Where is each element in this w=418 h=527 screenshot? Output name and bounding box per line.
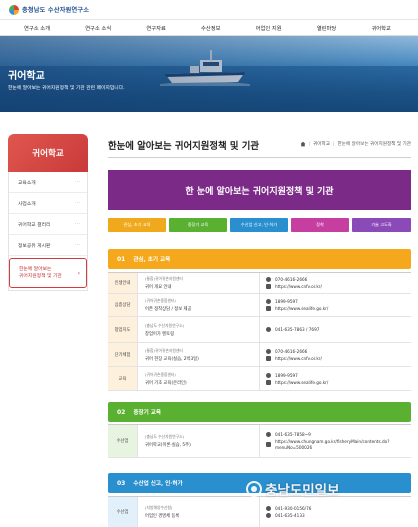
- phone-icon: [266, 431, 271, 437]
- website-link[interactable]: https://www.sealife.go.kr/: [275, 306, 328, 311]
- more-dots-icon: ···: [74, 242, 81, 248]
- sidebar-item-label: 한눈에 알아보는 귀어지원정책 및 기관: [19, 266, 62, 279]
- home-icon: [266, 306, 271, 311]
- section-header-02: 02 중장기 교육: [108, 402, 411, 422]
- nav-item-open-forum[interactable]: 열린마당: [317, 24, 337, 32]
- home-icon: [266, 284, 271, 289]
- chip-settlement[interactable]: 정착: [291, 218, 349, 232]
- section-header-01: 01 관심, 초기 교육: [108, 249, 411, 269]
- sidebar-header: 귀어학교: [8, 134, 88, 172]
- main-nav: 연구소 소개 연구소 소식 연구자료 수산정보 어업인 지원 열린마당 귀어학교: [0, 19, 418, 36]
- category-chips: 관심, 초기 교육 중장기 교육 수산업 신고, 인·허가 정착 기술 고도화: [108, 218, 411, 232]
- breadcrumb-item[interactable]: 귀어학교: [313, 141, 330, 147]
- chip-tech-advance[interactable]: 기술 고도화: [352, 218, 411, 232]
- section-title: 중장기 교육: [133, 410, 162, 416]
- hero-overlay: [0, 36, 418, 112]
- sidebar-item-label: 교육소개: [18, 180, 36, 186]
- breadcrumb-current: 한눈에 알아보는 귀어지원정책 및 기관: [337, 142, 411, 147]
- section-title: 관심, 초기 교육: [133, 257, 171, 263]
- website-link[interactable]: https://www.chungnam.go.kr/fisheryMain/c…: [275, 439, 405, 451]
- table-row: 교육 (귀어귀촌종합센터) 귀어 기초 교육(온라인) 1899-9597 htt…: [108, 367, 411, 391]
- chip-permits[interactable]: 수산업 신고, 인·허가: [230, 218, 288, 232]
- nav-item-news[interactable]: 연구소 소식: [85, 24, 111, 32]
- sidebar-item-business[interactable]: 사업소개 ···: [9, 193, 87, 214]
- phone-icon: [266, 506, 271, 511]
- site-logo-text[interactable]: 충청남도 수산자원연구소: [22, 5, 89, 14]
- home-icon[interactable]: [300, 141, 306, 147]
- chip-long-term-education[interactable]: 중장기 교육: [169, 218, 227, 232]
- website-link[interactable]: https://www.cnfv.or.kr/: [275, 284, 322, 289]
- chip-initial-education[interactable]: 관심, 초기 교육: [108, 218, 166, 232]
- table-row: 심층상담 (귀어귀촌종합센터) 어촌 정착상담 / 정보 제공 1899-9597…: [108, 294, 411, 317]
- sidebar-menu: 교육소개 ··· 사업소개 ··· 귀어학교 갤러리 ··· 정보공유 게시판 …: [8, 172, 88, 291]
- more-dots-icon: ···: [74, 179, 81, 185]
- logo-icon[interactable]: [9, 4, 19, 15]
- sidebar-item-label: 귀어학교 갤러리: [18, 222, 51, 228]
- hero-title: 귀어학교: [8, 71, 45, 82]
- sidebar-title: 귀어학교: [32, 149, 64, 159]
- nav-item-fishing-school[interactable]: 귀어학교: [371, 24, 391, 32]
- hero-subtitle: 한눈에 알아보는 귀어지원정책 및 기관 관련 페이지입니다.: [8, 86, 125, 91]
- watermark-icon: [246, 481, 262, 497]
- phone-icon: [266, 372, 271, 378]
- chevron-right-icon: ›: [77, 269, 80, 277]
- divider: [108, 157, 411, 158]
- sidebar-item-label: 정보공유 게시판: [18, 243, 51, 249]
- website-link[interactable]: https://www.sealife.go.kr/: [275, 380, 328, 385]
- nav-item-about[interactable]: 연구소 소개: [24, 24, 50, 32]
- phone-icon: [266, 277, 271, 282]
- table-row: 창업지도 (충남도 수산자원연구소) 창업어가 멘토링 041-635-7863 …: [108, 317, 411, 343]
- breadcrumb: | 귀어학교 | 한눈에 알아보는 귀어지원정책 및 기관: [300, 141, 411, 147]
- website-link[interactable]: https://www.cnfv.or.kr/: [275, 356, 322, 361]
- watermark-logo: 충남도민일보: [246, 479, 340, 499]
- section-title: 수산업 신고, 인·허가: [133, 481, 183, 487]
- more-dots-icon: ···: [74, 221, 81, 227]
- nav-item-fishery-info[interactable]: 수산정보: [201, 24, 221, 32]
- banner-title: 한 눈에 알아보는 귀어지원정책 및 기관: [185, 186, 334, 197]
- sidebar-item-policy-guide[interactable]: 한눈에 알아보는 귀어지원정책 및 기관 ›: [9, 258, 87, 288]
- nav-item-fisher-support[interactable]: 어업인 지원: [256, 24, 282, 32]
- hero-banner: [0, 36, 418, 112]
- home-icon: [266, 442, 271, 447]
- page-title: 한눈에 알아보는 귀어지원정책 및 기관: [108, 141, 260, 152]
- site-header: 충청남도 수산자원연구소: [0, 0, 418, 19]
- phone-icon: [266, 348, 271, 354]
- phone-icon: [266, 327, 271, 332]
- home-icon: [266, 379, 271, 385]
- table-row: 수산업 (충남도 수산자원연구소) 귀어학교(이론·실습, 5주) 041-635…: [108, 425, 411, 458]
- home-icon: [266, 355, 271, 361]
- section-table-03: 수산업 (지방해양수산청) 어업인 경영체 등록 041-930-0156/76 …: [108, 496, 411, 527]
- intro-banner: 한 눈에 알아보는 귀어지원정책 및 기관: [108, 170, 411, 210]
- phone-icon: [266, 299, 271, 304]
- sidebar-item-gallery[interactable]: 귀어학교 갤러리 ···: [9, 214, 87, 235]
- sidebar-item-label: 사업소개: [18, 201, 36, 207]
- section-table-01: 인생안내 (통합)귀어귀촌지원센터 귀어 개요 안내 070-4616-2666 …: [108, 272, 411, 391]
- nav-item-research[interactable]: 연구자료: [146, 24, 166, 32]
- sidebar-item-board[interactable]: 정보공유 게시판 ···: [9, 235, 87, 256]
- table-row: 인생안내 (통합)귀어귀촌지원센터 귀어 개요 안내 070-4616-2666 …: [108, 273, 411, 294]
- section-table-02: 수산업 (충남도 수산자원연구소) 귀어학교(이론·실습, 5주) 041-635…: [108, 424, 411, 458]
- sidebar-item-education[interactable]: 교육소개 ···: [9, 172, 87, 193]
- more-dots-icon: ···: [74, 200, 81, 206]
- table-row: 수산업 (지방해양수산청) 어업인 경영체 등록 041-930-0156/76 …: [108, 497, 411, 527]
- table-row: 단기체험 (통합)귀어귀촌지원센터 귀어 현장 교육(실습, 2박3일) 070-…: [108, 343, 411, 367]
- phone-icon: [266, 513, 271, 518]
